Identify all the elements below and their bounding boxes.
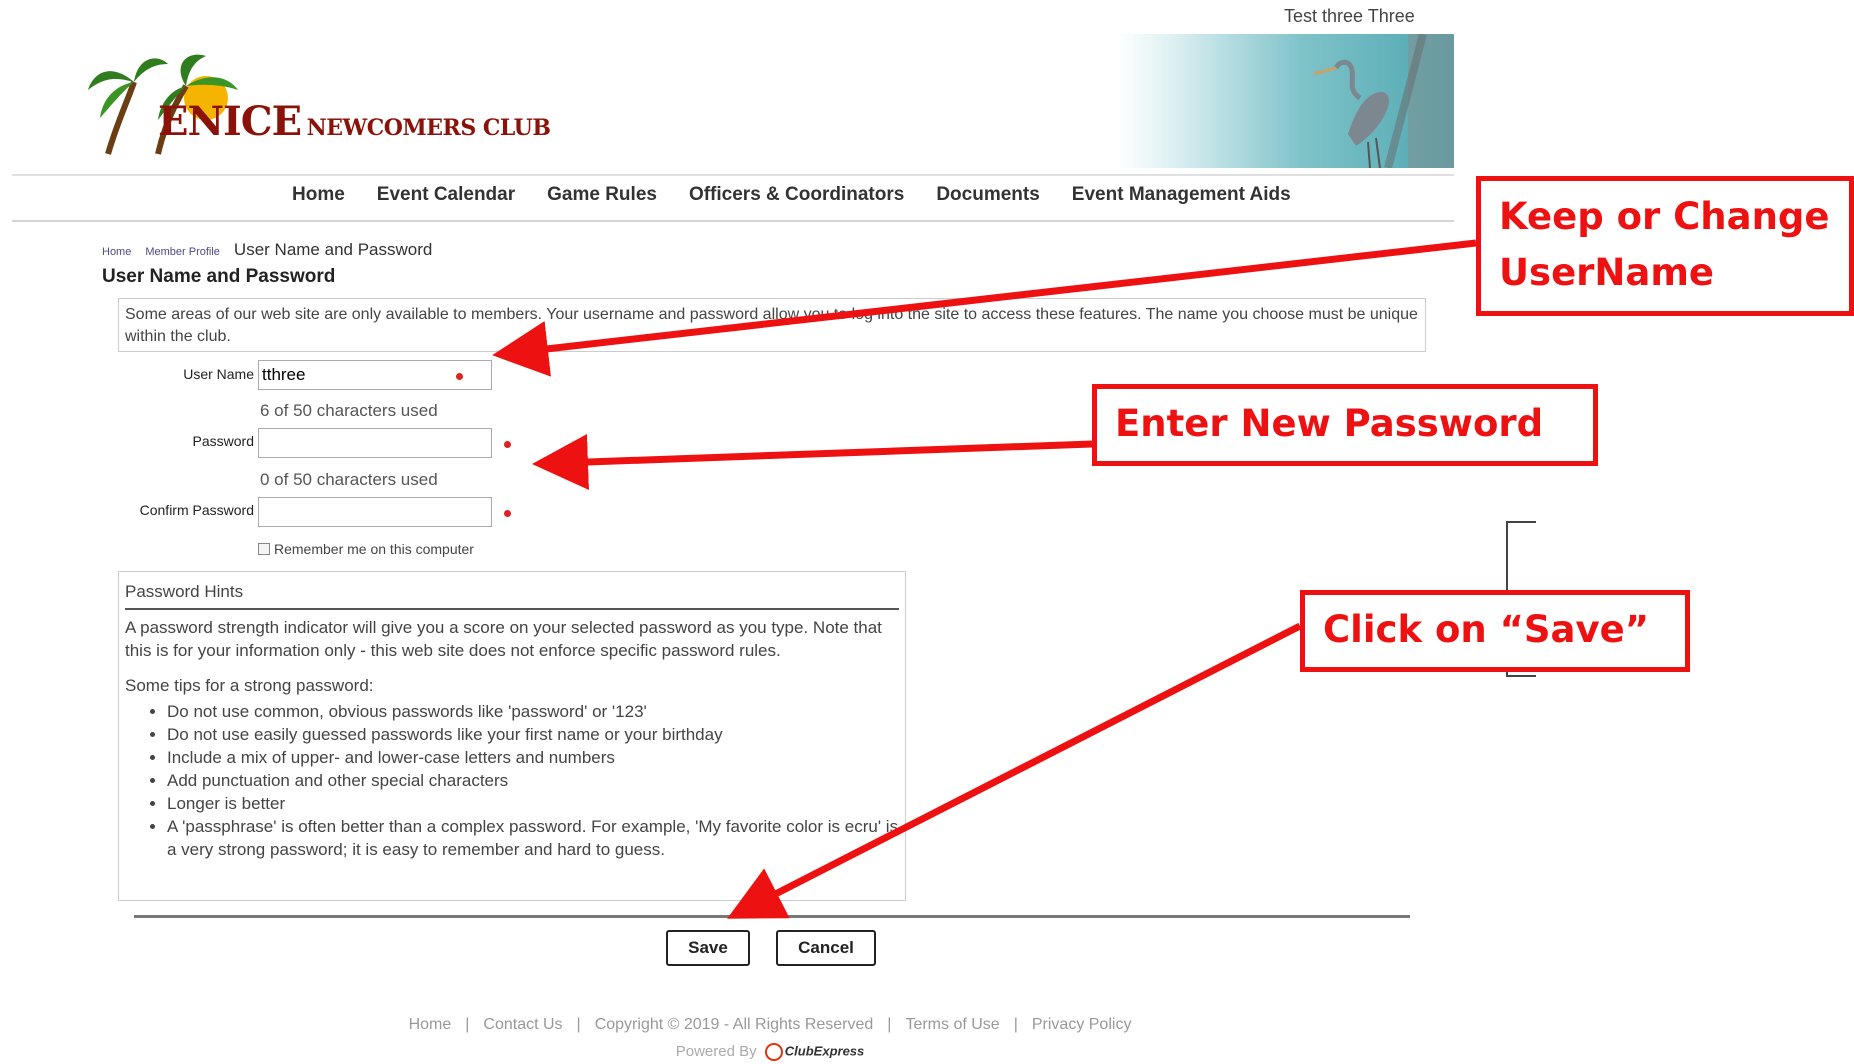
username-label: User Name — [183, 366, 254, 382]
breadcrumb: Home Member Profile User Name and Passwo… — [102, 240, 432, 260]
password-label: Password — [192, 433, 254, 449]
username-char-count: 6 of 50 characters used — [260, 401, 438, 420]
required-indicator — [504, 441, 511, 448]
list-item: A 'passphrase' is often better than a co… — [167, 815, 899, 861]
required-indicator — [456, 373, 463, 380]
footer-separator: | — [465, 1016, 470, 1033]
annotation-arrows — [492, 239, 1477, 919]
list-item: Include a mix of upper- and lower-case l… — [167, 746, 899, 769]
callout-keep-username: Keep or Change UserName — [1476, 176, 1854, 316]
bracket-line — [1506, 675, 1536, 677]
main-nav: Home Event Calendar Game Rules Officers … — [292, 184, 1323, 206]
footer-separator: | — [1013, 1016, 1018, 1033]
required-indicator — [504, 510, 511, 517]
remember-me-label: Remember me on this computer — [274, 541, 474, 557]
powered-by-label: Powered By — [675, 1043, 757, 1060]
nav-item-event-management-aids[interactable]: Event Management Aids — [1072, 184, 1291, 206]
remember-me-row[interactable]: Remember me on this computer — [258, 541, 474, 557]
intro-text: Some areas of our web site are only avai… — [118, 298, 1426, 352]
form-divider — [134, 915, 1410, 918]
confirm-password-label: Confirm Password — [139, 502, 254, 518]
remember-me-checkbox[interactable] — [258, 543, 270, 555]
footer-terms-link[interactable]: Terms of Use — [905, 1016, 999, 1033]
password-hints-panel: Password Hints A password strength indic… — [118, 571, 906, 901]
logo-word-newcomers-club: NEWCOMERS CLUB — [306, 115, 551, 141]
nav-item-event-calendar[interactable]: Event Calendar — [377, 184, 515, 206]
footer-separator: | — [887, 1016, 892, 1033]
password-tips-heading: Some tips for a strong password: — [125, 676, 374, 695]
confirm-password-input[interactable] — [258, 497, 492, 527]
breadcrumb-home[interactable]: Home — [102, 246, 131, 258]
password-input[interactable] — [258, 428, 492, 458]
cancel-button[interactable]: Cancel — [776, 930, 876, 966]
nav-item-documents[interactable]: Documents — [936, 184, 1039, 206]
club-name: ENICE NEWCOMERS CLUB — [158, 98, 551, 145]
nav-divider-bottom — [12, 220, 1454, 222]
footer-home-link[interactable]: Home — [409, 1016, 452, 1033]
clubexpress-logo[interactable]: ClubExpress — [764, 1043, 865, 1062]
breadcrumb-member-profile[interactable]: Member Profile — [145, 246, 220, 258]
nav-item-officers-coordinators[interactable]: Officers & Coordinators — [689, 184, 904, 206]
callout-click-save: Click on “Save” — [1300, 590, 1690, 672]
footer-copyright: Copyright © 2019 - All Rights Reserved — [594, 1016, 874, 1033]
header-banner-image — [1118, 34, 1454, 168]
clubexpress-icon — [764, 1043, 783, 1062]
logo-word-venice: ENICE — [158, 98, 302, 145]
club-logo[interactable]: ENICE NEWCOMERS CLUB — [88, 50, 551, 158]
list-item: Longer is better — [167, 792, 899, 815]
nav-divider-top — [12, 174, 1454, 176]
clubexpress-brand: ClubExpress — [784, 1043, 865, 1059]
footer-links: Home | Contact Us | Copyright © 2019 - All R… — [0, 1016, 1540, 1034]
footer-privacy-link[interactable]: Privacy Policy — [1032, 1016, 1132, 1033]
nav-item-home[interactable]: Home — [292, 184, 345, 206]
save-button[interactable]: Save — [666, 930, 750, 966]
heron-icon — [1313, 34, 1454, 168]
breadcrumb-current: User Name and Password — [233, 240, 433, 259]
password-tips-list: Do not use common, obvious passwords lik… — [125, 700, 899, 861]
list-item: Do not use common, obvious passwords lik… — [167, 700, 899, 723]
password-char-count: 0 of 50 characters used — [260, 470, 438, 489]
password-hints-title: Password Hints — [125, 572, 899, 610]
arrow-to-password — [532, 434, 1093, 490]
current-user-link[interactable]: Test three Three — [1284, 6, 1415, 27]
bracket-line — [1506, 521, 1536, 523]
list-item: Add punctuation and other special charac… — [167, 769, 899, 792]
footer-separator: | — [576, 1016, 581, 1033]
callout-enter-password: Enter New Password — [1092, 384, 1598, 466]
powered-by: Powered By ClubExpress — [0, 1043, 1540, 1062]
page-title: User Name and Password — [102, 266, 336, 287]
list-item: Do not use easily guessed passwords like… — [167, 723, 899, 746]
password-hints-text: A password strength indicator will give … — [125, 618, 882, 660]
nav-item-game-rules[interactable]: Game Rules — [547, 184, 657, 206]
footer-contact-link[interactable]: Contact Us — [483, 1016, 562, 1033]
